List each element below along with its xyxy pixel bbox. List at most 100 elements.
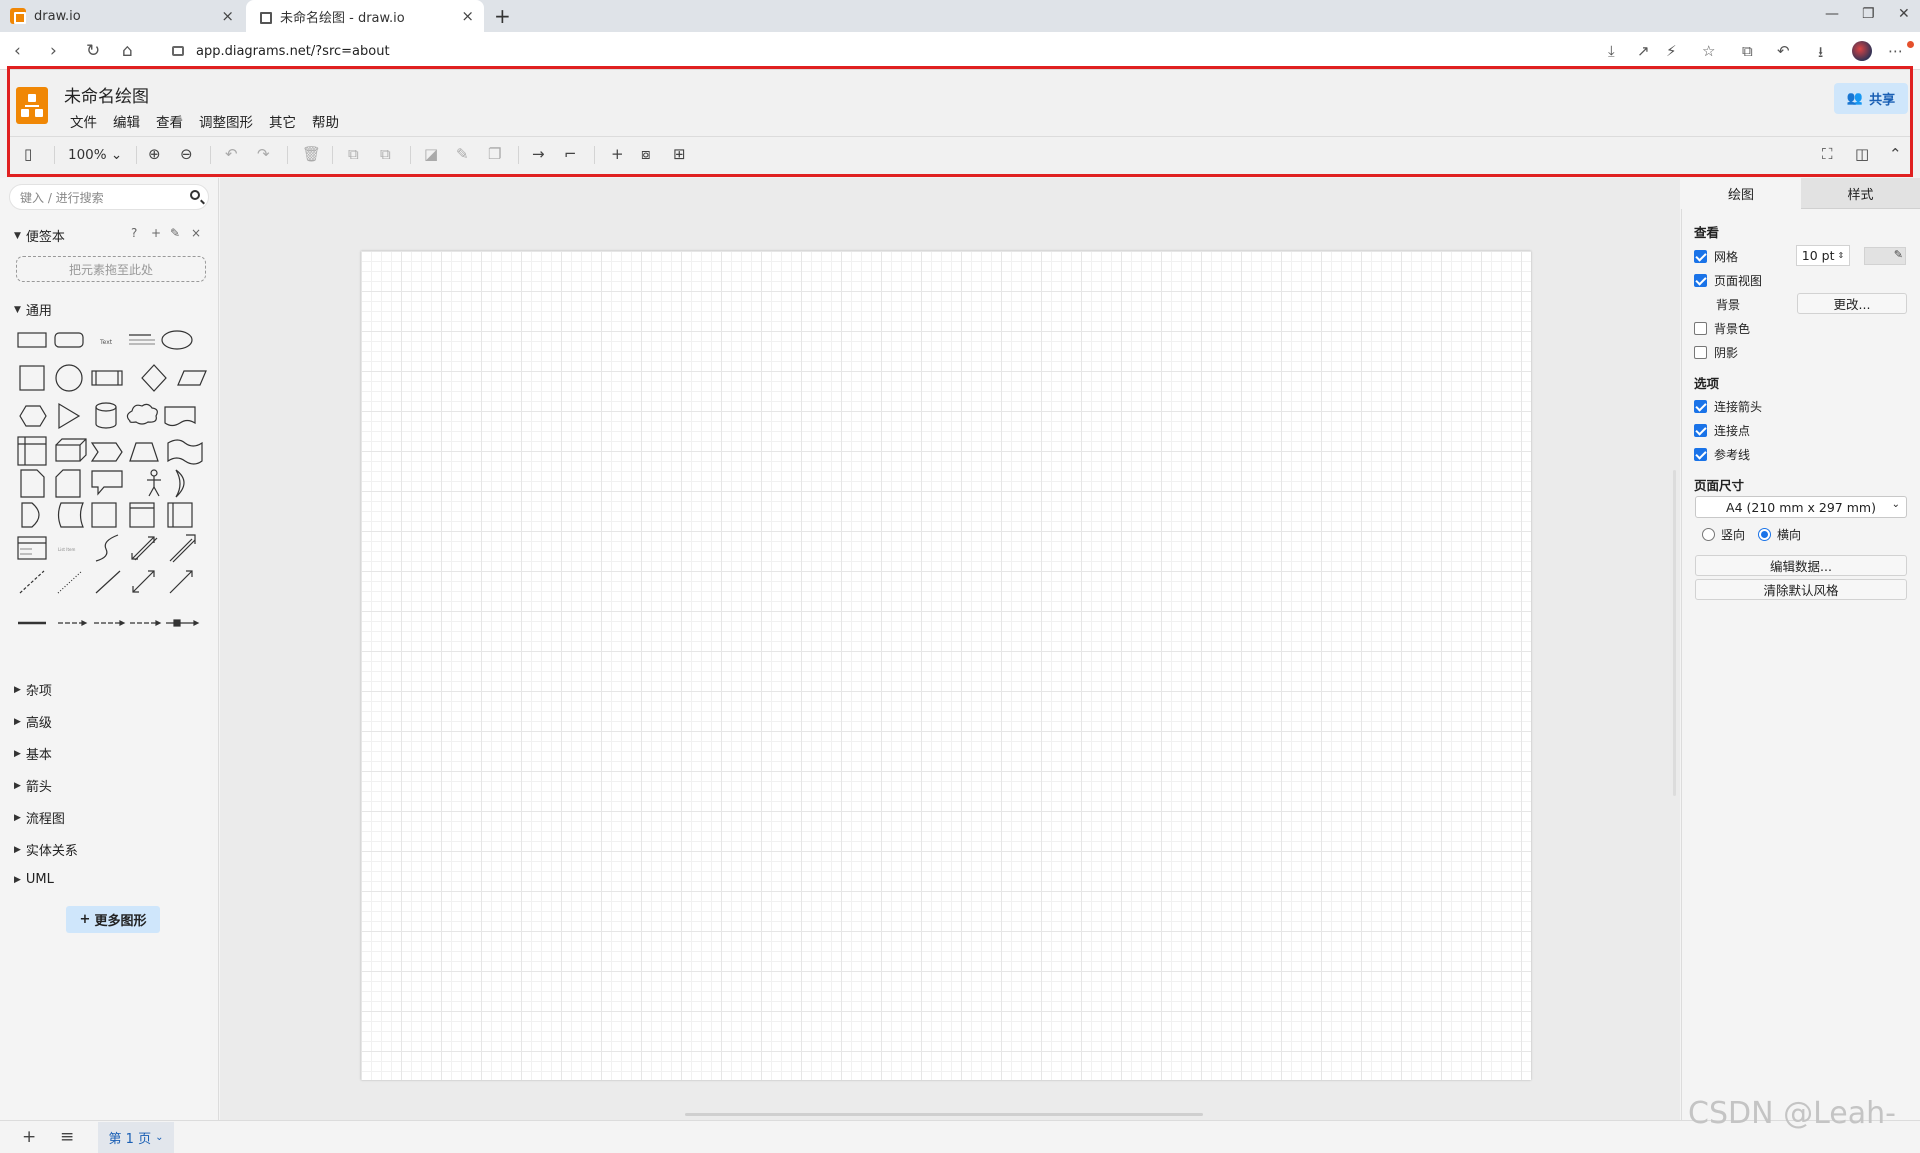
landscape-option[interactable]: 横向 bbox=[1758, 526, 1801, 543]
menu-extras[interactable]: 其它 bbox=[269, 111, 296, 131]
portrait-option[interactable]: 竖向 bbox=[1702, 526, 1745, 543]
connection-points-checkbox[interactable] bbox=[1694, 424, 1707, 437]
to-front-icon[interactable]: ⧉ bbox=[348, 145, 359, 163]
back-icon[interactable]: ‹ bbox=[14, 41, 21, 61]
toggle-format-panel-icon[interactable]: ◫ bbox=[1855, 145, 1869, 163]
search-icon[interactable] bbox=[190, 190, 200, 200]
tab-style[interactable]: 样式 bbox=[1801, 178, 1920, 209]
page-view-checkbox[interactable] bbox=[1694, 274, 1707, 287]
close-icon[interactable]: × bbox=[191, 226, 201, 240]
menu-help[interactable]: 帮助 bbox=[312, 111, 339, 131]
guides-option[interactable]: 参考线 bbox=[1694, 446, 1750, 463]
stepper-icon[interactable]: ⇕ bbox=[1838, 251, 1845, 260]
page-view-option[interactable]: 页面视图 bbox=[1694, 272, 1762, 289]
bookmark-star-icon[interactable]: ☆ bbox=[1702, 42, 1715, 60]
menu-view[interactable]: 查看 bbox=[156, 111, 183, 131]
format-panel-toggle-icon[interactable]: ▯ bbox=[24, 145, 32, 163]
fullscreen-icon[interactable]: ⛶ bbox=[1822, 145, 1833, 163]
zoom-dropdown[interactable]: 100% ⌄ bbox=[68, 147, 122, 163]
edit-icon[interactable]: ✎ bbox=[170, 226, 180, 240]
history-icon[interactable]: ↶ bbox=[1777, 42, 1790, 60]
shapes-icon[interactable]: ⧇ bbox=[641, 145, 651, 163]
fill-color-icon[interactable]: ◪ bbox=[424, 145, 438, 163]
delete-icon[interactable]: 🗑 bbox=[302, 145, 321, 163]
scratchpad-dropzone[interactable]: 把元素拖至此处 bbox=[16, 256, 206, 282]
document-title[interactable]: 未命名绘图 bbox=[64, 82, 149, 107]
section-advanced[interactable]: ▶ 高级 bbox=[14, 712, 52, 731]
restore-icon[interactable]: ❐ bbox=[1862, 6, 1875, 22]
general-section-header[interactable]: ▼ 通用 bbox=[14, 300, 52, 319]
background-color-checkbox[interactable] bbox=[1694, 322, 1707, 335]
grid-size-input[interactable]: 10 pt ⇕ bbox=[1796, 245, 1850, 266]
clear-default-style-button[interactable]: 清除默认风格 bbox=[1695, 579, 1907, 600]
grid-color-picker[interactable]: ✎ bbox=[1864, 247, 1906, 265]
shadow-option[interactable]: 阴影 bbox=[1694, 344, 1738, 361]
browser-tab-untitled[interactable]: 未命名绘图 - draw.io × bbox=[246, 0, 484, 32]
zoom-in-icon[interactable]: ⊕ bbox=[148, 145, 161, 163]
bolt-icon[interactable]: ⚡ bbox=[1666, 42, 1677, 60]
undo-icon[interactable]: ↶ bbox=[225, 145, 238, 163]
help-icon[interactable]: ? bbox=[131, 226, 137, 240]
background-color-option[interactable]: 背景色 bbox=[1694, 320, 1750, 337]
tab-diagram[interactable]: 绘图 bbox=[1681, 178, 1801, 209]
vertical-scrollbar[interactable] bbox=[1673, 470, 1676, 796]
grid-checkbox[interactable] bbox=[1694, 250, 1707, 263]
grid-option[interactable]: 网格 bbox=[1694, 248, 1738, 265]
shadow-checkbox[interactable] bbox=[1694, 346, 1707, 359]
pages-menu-icon[interactable]: ≡ bbox=[60, 1127, 74, 1147]
add-page-icon[interactable]: + bbox=[22, 1127, 36, 1147]
section-basic[interactable]: ▶ 基本 bbox=[14, 744, 52, 763]
menu-edit[interactable]: 编辑 bbox=[113, 111, 140, 131]
connection-arrows-option[interactable]: 连接箭头 bbox=[1694, 398, 1762, 415]
share-page-icon[interactable]: ↗ bbox=[1637, 42, 1650, 60]
extensions-icon[interactable]: ⧉ bbox=[1742, 42, 1753, 60]
section-uml[interactable]: ▶ UML bbox=[14, 872, 54, 887]
close-icon[interactable]: × bbox=[461, 7, 474, 25]
download-icon[interactable]: ⭳ bbox=[1818, 42, 1823, 67]
more-shapes-button[interactable]: + 更多图形 bbox=[66, 906, 160, 933]
shape-search-input[interactable]: 键入 / 进行搜索 bbox=[9, 184, 209, 210]
page-size-select[interactable]: A4 (210 mm x 297 mm) ⌄ bbox=[1695, 496, 1907, 518]
home-icon[interactable]: ⌂ bbox=[122, 41, 133, 61]
browser-tab-drawio[interactable]: draw.io × bbox=[0, 0, 244, 32]
page-tab[interactable]: 第 1 页 ⌄ bbox=[98, 1122, 174, 1153]
add-icon[interactable]: + bbox=[151, 226, 161, 240]
scratchpad-header[interactable]: ▼ 便签本 bbox=[14, 226, 65, 245]
url-field[interactable]: app.diagrams.net/?src=about bbox=[162, 38, 1612, 64]
connection-arrow-icon[interactable]: → bbox=[532, 145, 545, 163]
waypoints-icon[interactable]: ⌐ bbox=[564, 145, 577, 163]
profile-avatar[interactable] bbox=[1852, 41, 1872, 61]
close-icon[interactable]: × bbox=[221, 7, 234, 25]
connection-arrows-checkbox[interactable] bbox=[1694, 400, 1707, 413]
browser-menu-icon[interactable]: ⋯ bbox=[1888, 42, 1903, 60]
section-misc[interactable]: ▶ 杂项 bbox=[14, 680, 52, 699]
edit-data-button[interactable]: 编辑数据... bbox=[1695, 555, 1907, 576]
menu-arrange[interactable]: 调整图形 bbox=[199, 111, 253, 131]
forward-icon[interactable]: › bbox=[50, 41, 57, 61]
table-icon[interactable]: ⊞ bbox=[673, 145, 686, 163]
install-app-icon[interactable]: ⤓ bbox=[1608, 42, 1615, 60]
landscape-radio[interactable] bbox=[1758, 528, 1771, 541]
portrait-radio[interactable] bbox=[1702, 528, 1715, 541]
redo-icon[interactable]: ↷ bbox=[257, 145, 270, 163]
collapse-icon[interactable]: ⌃ bbox=[1889, 145, 1902, 163]
section-flowchart[interactable]: ▶ 流程图 bbox=[14, 808, 65, 827]
shadow-icon[interactable]: ❐ bbox=[488, 145, 501, 163]
to-back-icon[interactable]: ⧉ bbox=[380, 145, 391, 163]
window-close-icon[interactable]: ✕ bbox=[1898, 6, 1910, 22]
insert-plus-icon[interactable]: + bbox=[611, 145, 624, 163]
share-button[interactable]: 👥 共享 bbox=[1834, 83, 1908, 114]
site-info-icon[interactable] bbox=[172, 46, 184, 56]
section-entity-relation[interactable]: ▶ 实体关系 bbox=[14, 840, 78, 859]
zoom-out-icon[interactable]: ⊖ bbox=[180, 145, 193, 163]
diagram-page[interactable] bbox=[361, 251, 1531, 1080]
horizontal-scrollbar[interactable] bbox=[685, 1113, 1203, 1116]
minimize-icon[interactable]: — bbox=[1825, 6, 1839, 22]
menu-file[interactable]: 文件 bbox=[70, 111, 97, 131]
guides-checkbox[interactable] bbox=[1694, 448, 1707, 461]
reload-icon[interactable]: ↻ bbox=[86, 41, 100, 61]
connection-points-option[interactable]: 连接点 bbox=[1694, 422, 1750, 439]
change-background-button[interactable]: 更改... bbox=[1797, 293, 1907, 314]
line-color-icon[interactable]: ✎ bbox=[456, 145, 469, 163]
new-tab-icon[interactable]: + bbox=[494, 4, 511, 28]
